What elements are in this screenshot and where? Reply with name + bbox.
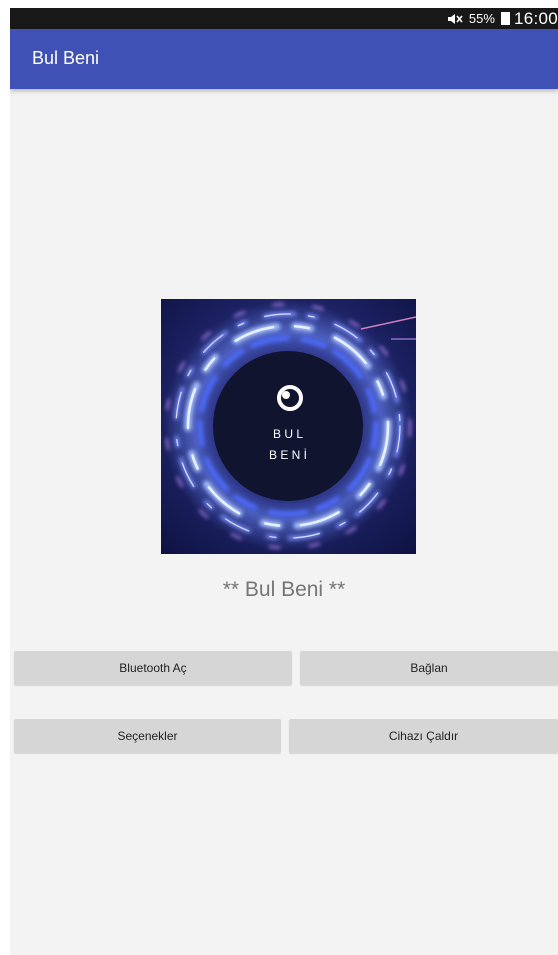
battery-percent: 55% <box>468 11 495 26</box>
app-name-label: ** Bul Beni ** <box>222 578 346 601</box>
mute-icon <box>447 13 463 24</box>
clock: 16:00 <box>513 8 558 28</box>
app-title: Bul Beni <box>32 48 100 68</box>
connect-button[interactable]: Bağlan <box>300 651 558 685</box>
bluetooth-on-button[interactable]: Bluetooth Aç <box>14 651 292 685</box>
bul-beni-logo: B U L B E N İ <box>161 299 416 554</box>
options-button[interactable]: Seçenekler <box>14 719 281 753</box>
logo-text-line2: B E N İ <box>269 448 307 462</box>
logo-text-line1: B U L <box>273 427 303 441</box>
status-icons: 55% 16:00 <box>445 8 558 29</box>
app-screen: 55% 16:00 Bul Beni B U L B E N İ ** Bul … <box>10 8 558 955</box>
battery-icon <box>500 12 510 25</box>
ring-device-button[interactable]: Cihazı Çaldır <box>289 719 558 753</box>
app-bar: Bul Beni <box>10 29 558 89</box>
status-bar: 55% 16:00 <box>10 8 558 29</box>
